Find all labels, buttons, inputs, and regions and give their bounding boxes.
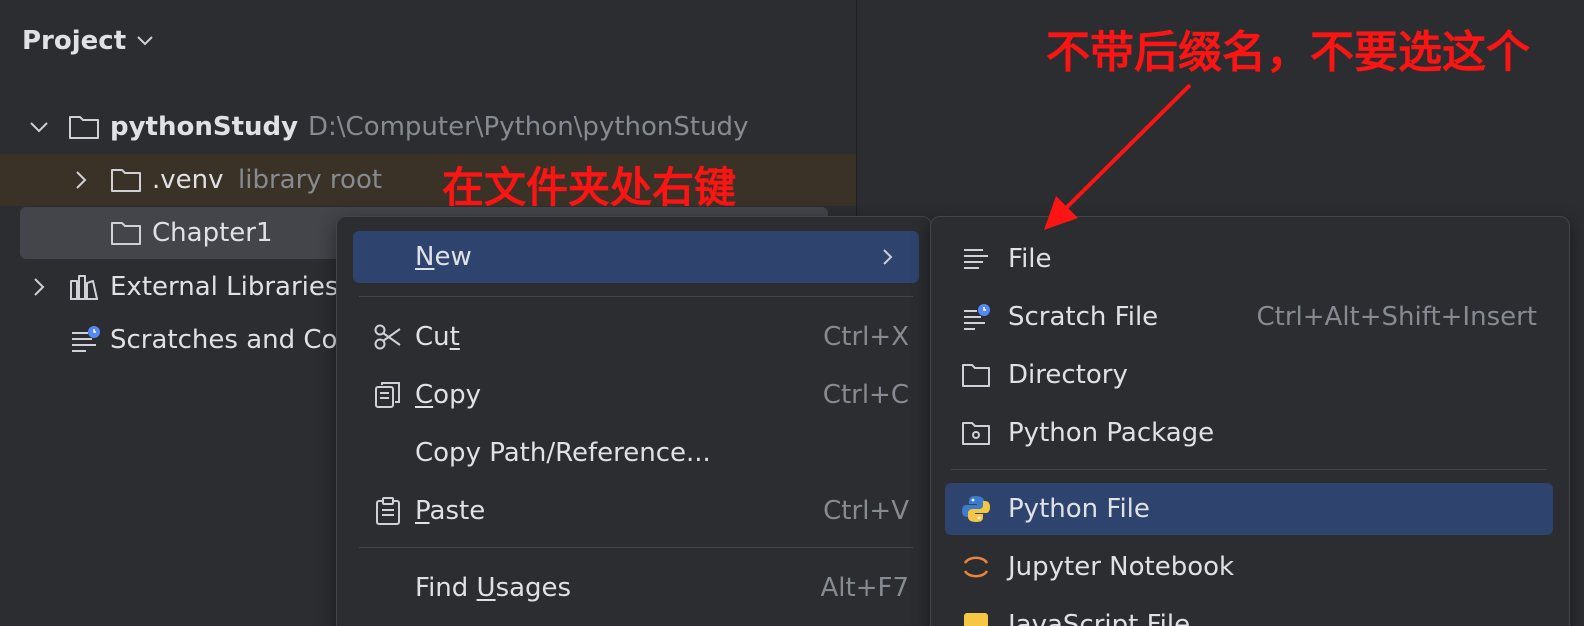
annotation-arrow (1044, 83, 1192, 230)
